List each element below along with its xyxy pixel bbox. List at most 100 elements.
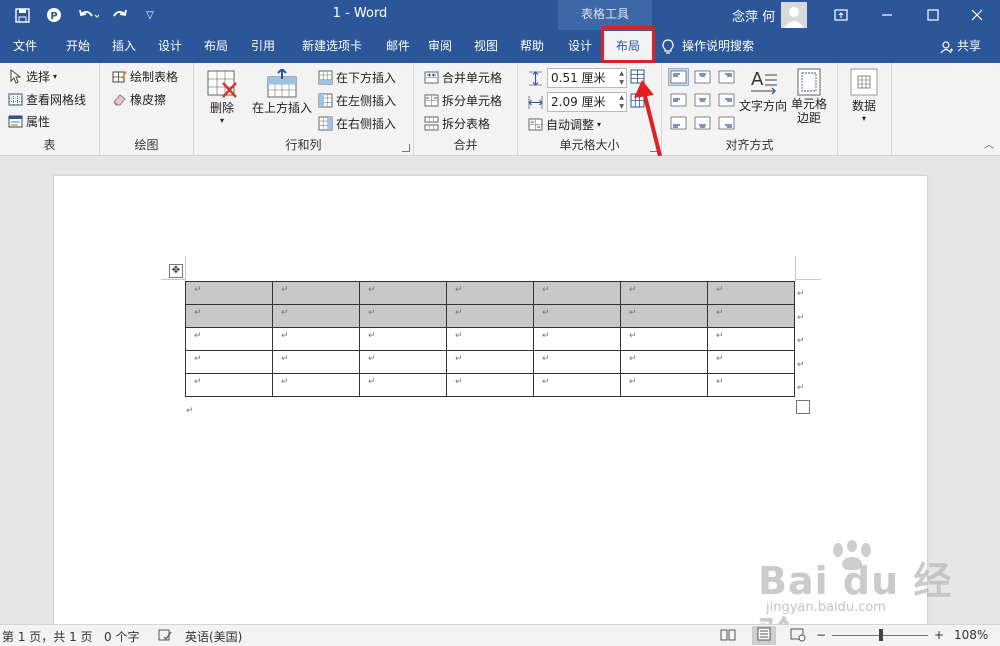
table-cell[interactable]: ↵ [620, 327, 708, 351]
delete-button[interactable]: 删除 ▾ [202, 69, 242, 126]
autofit-button[interactable]: 自动调整 ▾ [528, 116, 601, 133]
page-count[interactable]: 第 1 页，共 1 页 [2, 628, 93, 645]
language[interactable]: 英语(美国) [185, 628, 242, 645]
tab-file[interactable]: 文件 [4, 30, 46, 63]
table-cell[interactable]: ↵ [533, 350, 621, 374]
table-cell[interactable]: ↵ [707, 327, 795, 351]
zoom-in-button[interactable]: + [934, 628, 944, 642]
table-resize-handle-icon[interactable] [796, 400, 810, 414]
table-cell[interactable]: ↵ [272, 281, 360, 305]
cell-margins-button[interactable]: 单元格 边距 [786, 67, 832, 125]
tab-review[interactable]: 审阅 [420, 30, 460, 63]
tell-me-search[interactable]: 操作说明搜索 [662, 30, 754, 63]
table-cell[interactable]: ↵ [272, 373, 360, 397]
table-cell[interactable]: ↵ [272, 304, 360, 328]
properties-button[interactable]: 属性 [8, 113, 50, 130]
align-middle-left-button[interactable] [668, 91, 689, 109]
select-button[interactable]: 选择 ▾ [8, 68, 57, 85]
column-width-input[interactable]: 2.09 厘米 ▲ ▼ [547, 92, 627, 112]
table-cell[interactable]: ↵ [620, 350, 708, 374]
tab-layout[interactable]: 布局 [196, 30, 236, 63]
tab-help[interactable]: 帮助 [512, 30, 552, 63]
data-button[interactable]: 数据 ▾ [844, 67, 884, 124]
table-cell[interactable]: ↵ [272, 350, 360, 374]
read-mode-icon[interactable] [720, 628, 736, 645]
insert-below-button[interactable]: 在下方插入 [318, 69, 396, 86]
table-cell[interactable]: ↵ [707, 373, 795, 397]
view-gridlines-button[interactable]: 查看网格线 [8, 91, 86, 108]
tab-mailings[interactable]: 邮件 [378, 30, 418, 63]
tab-table-design[interactable]: 设计 [560, 30, 600, 63]
close-icon[interactable] [954, 0, 1000, 30]
align-top-center-button[interactable] [692, 68, 713, 86]
table-cell[interactable]: ↵ [533, 304, 621, 328]
table-cell[interactable]: ↵ [707, 281, 795, 305]
autosave-icon[interactable]: P [42, 3, 66, 27]
redo-icon[interactable] [108, 3, 132, 27]
user-name[interactable]: 念萍 何 [732, 6, 775, 25]
undo-icon[interactable] [74, 3, 104, 27]
table-cell[interactable]: ↵ [533, 373, 621, 397]
row-height-spinner[interactable]: ▲ ▼ [619, 69, 624, 87]
table-cell[interactable]: ↵ [359, 350, 447, 374]
print-layout-icon[interactable] [752, 626, 776, 645]
table-cell[interactable]: ↵ [185, 350, 273, 374]
table-cell[interactable]: ↵ [620, 281, 708, 305]
tab-references[interactable]: 引用 [242, 30, 284, 63]
table-move-handle-icon[interactable]: ✥ [169, 264, 183, 278]
web-layout-icon[interactable] [790, 628, 806, 645]
table-cell[interactable]: ↵ [185, 281, 273, 305]
align-middle-right-button[interactable] [716, 91, 737, 109]
split-table-button[interactable]: 拆分表格 [424, 115, 490, 132]
table-cell[interactable]: ↵ [446, 373, 534, 397]
table-cell[interactable]: ↵ [446, 350, 534, 374]
table-cell[interactable]: ↵ [446, 281, 534, 305]
table-cell[interactable]: ↵ [707, 304, 795, 328]
share-button[interactable]: 共享 [940, 30, 981, 63]
table-cell[interactable]: ↵ [185, 373, 273, 397]
split-cells-button[interactable]: 拆分单元格 [424, 92, 502, 109]
zoom-out-button[interactable]: − [816, 628, 826, 642]
table-cell[interactable]: ↵ [707, 350, 795, 374]
tab-insert[interactable]: 插入 [104, 30, 144, 63]
zoom-level[interactable]: 108% [954, 628, 988, 642]
insert-right-button[interactable]: 在右侧插入 [318, 115, 396, 132]
table-cell[interactable]: ↵ [359, 327, 447, 351]
table-cell[interactable]: ↵ [359, 281, 447, 305]
tab-table-layout[interactable]: 布局 [604, 31, 652, 63]
insert-above-button[interactable]: 在上方插入 [250, 69, 314, 116]
tab-home[interactable]: 开始 [58, 30, 98, 63]
table-cell[interactable]: ↵ [359, 373, 447, 397]
column-width-spinner[interactable]: ▲ ▼ [619, 93, 624, 111]
table-cell[interactable]: ↵ [446, 304, 534, 328]
tab-new-tab[interactable]: 新建选项卡 [290, 30, 374, 63]
customize-quick-access-icon[interactable]: ▽ [140, 3, 160, 27]
table-cell[interactable]: ↵ [446, 327, 534, 351]
tab-design[interactable]: 设计 [150, 30, 190, 63]
merge-cells-button[interactable]: 合并单元格 [424, 69, 502, 86]
tab-view[interactable]: 视图 [466, 30, 506, 63]
collapse-ribbon-icon[interactable]: ︿ [984, 136, 994, 151]
document-page[interactable]: ✥ ↵ ↵ ↵ ↵ ↵ ↵ ↵ ↵ ↵ ↵ ↵ ↵ ↵ ↵ ↵ ↵ ↵ ↵ ↵ ↵ ↵ ↵ ↵ ↵ ↵ ↵ ↵ ↵ ↵ ↵ ↵ ↵ ↵ ↵… [54, 176, 927, 624]
proofing-icon[interactable] [158, 628, 172, 645]
table-cell[interactable]: ↵ [533, 281, 621, 305]
table-cell[interactable]: ↵ [620, 304, 708, 328]
table-cell[interactable]: ↵ [185, 327, 273, 351]
maximize-icon[interactable] [910, 0, 956, 30]
table-cell[interactable]: ↵ [620, 373, 708, 397]
table-cell[interactable]: ↵ [533, 327, 621, 351]
ribbon-display-options-icon[interactable] [818, 0, 864, 30]
minimize-icon[interactable] [864, 0, 910, 30]
align-bottom-right-button[interactable] [716, 114, 737, 132]
draw-table-button[interactable]: 绘制表格 [112, 68, 178, 85]
rows-columns-dialog-launcher-icon[interactable] [402, 144, 410, 152]
word-count[interactable]: 0 个字 [104, 628, 139, 645]
eraser-button[interactable]: 橡皮擦 [112, 91, 166, 108]
align-bottom-center-button[interactable] [692, 114, 713, 132]
align-bottom-left-button[interactable] [668, 114, 689, 132]
table-cell[interactable]: ↵ [272, 327, 360, 351]
insert-left-button[interactable]: 在左侧插入 [318, 92, 396, 109]
align-top-left-button[interactable] [668, 68, 689, 86]
avatar[interactable] [781, 2, 807, 28]
zoom-slider-thumb[interactable] [879, 629, 883, 641]
